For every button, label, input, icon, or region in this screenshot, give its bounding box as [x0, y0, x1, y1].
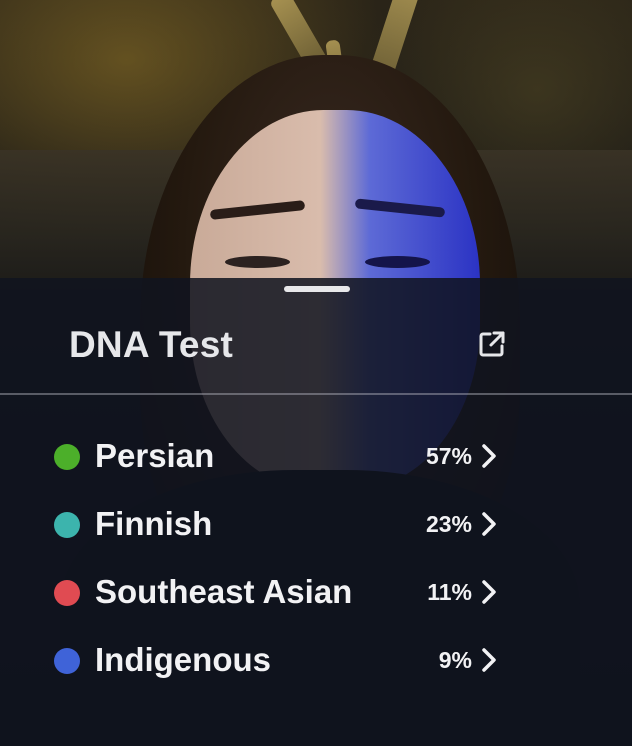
ancestry-label: Southeast Asian — [95, 573, 353, 610]
divider — [0, 393, 632, 395]
ancestry-label: Persian — [95, 437, 215, 474]
ancestry-percent: 57% — [425, 443, 472, 469]
external-share-icon — [479, 331, 505, 357]
ancestry-row-indigenous[interactable]: Indigenous 9% — [0, 627, 632, 695]
ancestry-row-finnish[interactable]: Finnish 23% — [0, 491, 632, 559]
color-dot — [54, 512, 80, 538]
dna-results-sheet: DNA Test Persian 57% Finnish 23% Southea… — [0, 278, 632, 746]
ancestry-label: Indigenous — [95, 641, 271, 678]
sheet-drag-handle[interactable] — [284, 286, 350, 292]
sheet-title: DNA Test — [69, 324, 233, 365]
color-dot — [54, 648, 80, 674]
ancestry-list: Persian 57% Finnish 23% Southeast Asian … — [0, 423, 632, 695]
chevron-right-icon — [482, 648, 496, 672]
ancestry-percent: 23% — [425, 511, 472, 537]
left-eye — [225, 256, 290, 268]
share-button[interactable] — [472, 324, 512, 364]
color-dot — [54, 444, 80, 470]
ancestry-row-persian[interactable]: Persian 57% — [0, 423, 632, 491]
screen: DNA Test Persian 57% Finnish 23% Southea… — [0, 0, 632, 746]
chevron-right-icon — [482, 444, 496, 468]
chevron-right-icon — [482, 580, 496, 604]
chevron-right-icon — [482, 512, 496, 536]
color-dot — [54, 580, 80, 606]
ancestry-label: Finnish — [95, 505, 213, 542]
ancestry-percent: 11% — [427, 579, 472, 605]
right-eye — [365, 256, 430, 268]
ancestry-percent: 9% — [438, 647, 472, 673]
ancestry-row-southeast-asian[interactable]: Southeast Asian 11% — [0, 559, 632, 627]
